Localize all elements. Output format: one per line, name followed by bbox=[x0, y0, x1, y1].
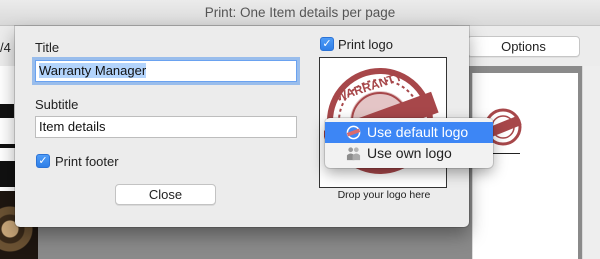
window-title: Print: One Item details per page bbox=[204, 5, 396, 20]
default-logo-icon bbox=[346, 125, 361, 140]
preview-scrollbar[interactable] bbox=[582, 66, 600, 259]
title-field-value: Warranty Manager bbox=[39, 63, 147, 78]
menu-item-label: Use default logo bbox=[367, 124, 469, 140]
drop-logo-caption: Drop your logo here bbox=[337, 189, 431, 201]
logo-source-menu: Use default logo Use own logo bbox=[325, 118, 493, 168]
menu-item-label: Use own logo bbox=[367, 145, 452, 161]
print-footer-checkbox[interactable]: ✓ bbox=[36, 154, 50, 168]
subtitle-label: Subtitle bbox=[35, 97, 79, 112]
menu-item-use-default-logo[interactable]: Use default logo bbox=[325, 122, 493, 143]
own-logo-icon bbox=[346, 147, 361, 161]
menu-item-use-own-logo[interactable]: Use own logo bbox=[325, 143, 493, 164]
preview-text-block bbox=[0, 104, 14, 118]
title-label: Title bbox=[35, 40, 60, 55]
window-titlebar: Print: One Item details per page bbox=[0, 0, 600, 26]
print-logo-checkbox[interactable]: ✓ bbox=[320, 37, 334, 51]
subtitle-field[interactable]: Item details bbox=[35, 116, 297, 138]
title-field[interactable]: Warranty Manager bbox=[35, 60, 297, 82]
print-footer-label: Print footer bbox=[55, 154, 119, 169]
close-button[interactable]: Close bbox=[115, 184, 216, 205]
print-logo-label: Print logo bbox=[338, 37, 393, 52]
page-indicator: /4 bbox=[0, 40, 11, 55]
options-button[interactable]: Options bbox=[467, 36, 580, 57]
